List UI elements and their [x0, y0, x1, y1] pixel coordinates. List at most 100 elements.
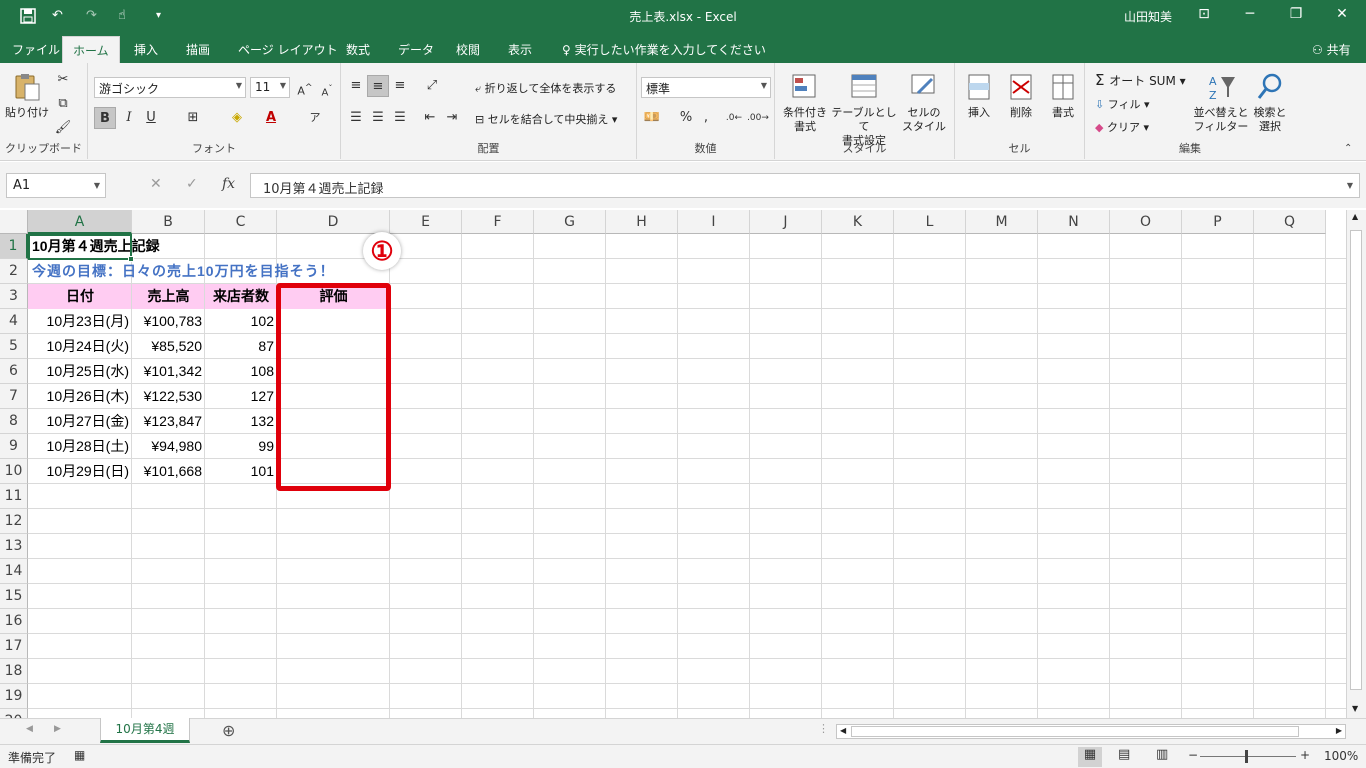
table-cell[interactable]: 108: [205, 359, 277, 384]
normal-view-icon[interactable]: ▦: [1078, 747, 1102, 767]
table-cell[interactable]: ¥85,520: [132, 334, 205, 359]
paste-button[interactable]: 貼り付け: [4, 71, 50, 120]
decrease-decimal-icon[interactable]: .00→: [747, 107, 769, 129]
table-cell[interactable]: ¥122,530: [132, 384, 205, 409]
scroll-up-icon[interactable]: ▲: [1352, 212, 1358, 221]
share-button[interactable]: ⚇ 共有: [1312, 41, 1351, 58]
table-cell[interactable]: 102: [205, 309, 277, 334]
macro-record-icon[interactable]: ▦: [74, 748, 85, 762]
tab-view[interactable]: 表示: [508, 41, 532, 58]
cell-header-visitors[interactable]: 来店者数: [205, 284, 277, 309]
tab-data[interactable]: データ: [398, 41, 434, 58]
table-cell[interactable]: 132: [205, 409, 277, 434]
table-cell[interactable]: ¥100,783: [132, 309, 205, 334]
copy-icon[interactable]: ⧉: [52, 93, 74, 115]
split-handle-icon[interactable]: ⋮: [818, 722, 829, 735]
align-center-icon[interactable]: ☰: [367, 107, 389, 129]
number-format-select[interactable]: 標準 ▼: [641, 77, 771, 98]
column-header-e[interactable]: E: [390, 210, 462, 234]
zoom-level[interactable]: 100%: [1324, 749, 1358, 763]
table-cell[interactable]: 99: [205, 434, 277, 459]
table-cell[interactable]: 10月27日(金): [28, 409, 132, 434]
row-header-12[interactable]: 12: [0, 509, 28, 534]
sort-filter-button[interactable]: AZ 並べ替えと フィルター: [1193, 71, 1249, 134]
cut-icon[interactable]: ✂: [52, 69, 74, 91]
comma-style-icon[interactable]: ,: [695, 107, 717, 129]
zoom-in-button[interactable]: +: [1300, 748, 1310, 762]
next-sheet-icon[interactable]: ▶: [54, 724, 61, 734]
underline-button[interactable]: U: [140, 107, 162, 129]
table-cell[interactable]: ¥94,980: [132, 434, 205, 459]
format-cells-button[interactable]: 書式: [1043, 71, 1083, 120]
format-painter-icon[interactable]: 🖌: [52, 117, 74, 139]
restore-icon[interactable]: ❐: [1276, 6, 1316, 22]
autosum-button[interactable]: Σ オート SUM ▾: [1095, 71, 1186, 89]
format-as-table-button[interactable]: テーブルとして 書式設定: [831, 71, 897, 148]
table-cell[interactable]: 101: [205, 459, 277, 484]
collapse-ribbon-icon[interactable]: ⌃: [1344, 143, 1352, 154]
table-cell[interactable]: ¥101,342: [132, 359, 205, 384]
column-header-p[interactable]: P: [1182, 210, 1254, 234]
tab-insert[interactable]: 挿入: [134, 41, 158, 58]
row-header-11[interactable]: 11: [0, 484, 28, 509]
table-cell[interactable]: 10月26日(木): [28, 384, 132, 409]
table-cell[interactable]: 10月24日(火): [28, 334, 132, 359]
row-header-4[interactable]: 4: [0, 309, 28, 334]
undo-icon[interactable]: ↶: [52, 8, 63, 23]
table-cell[interactable]: ¥101,668: [132, 459, 205, 484]
bold-button[interactable]: B: [94, 107, 116, 129]
font-color-icon[interactable]: A: [260, 107, 282, 129]
row-header-5[interactable]: 5: [0, 334, 28, 359]
column-header-h[interactable]: H: [606, 210, 678, 234]
clear-button[interactable]: ◆ クリア ▾: [1095, 119, 1149, 135]
column-header-l[interactable]: L: [894, 210, 966, 234]
column-header-d[interactable]: D: [277, 210, 390, 234]
increase-font-size-icon[interactable]: A^: [294, 77, 316, 99]
merge-center-button[interactable]: ⊟ セルを結合して中央揃え ▾: [475, 111, 617, 127]
italic-button[interactable]: I: [118, 107, 140, 129]
row-header-3[interactable]: 3: [0, 284, 28, 309]
insert-function-icon[interactable]: fx: [222, 176, 235, 192]
cancel-icon[interactable]: ✕: [150, 176, 162, 192]
row-header-7[interactable]: 7: [0, 384, 28, 409]
add-sheet-icon[interactable]: ⊕: [222, 721, 235, 740]
tab-page-layout[interactable]: ページ レイアウト: [238, 41, 338, 58]
save-icon[interactable]: [20, 8, 36, 28]
scroll-left-icon[interactable]: ◀: [840, 726, 846, 735]
row-header-10[interactable]: 10: [0, 459, 28, 484]
zoom-slider-thumb[interactable]: [1245, 750, 1248, 763]
find-select-button[interactable]: 検索と 選択: [1249, 71, 1291, 134]
font-size-select[interactable]: 11 ▼: [250, 77, 290, 98]
cell-header-date[interactable]: 日付: [28, 284, 132, 309]
vertical-scrollbar[interactable]: ▲ ▼: [1346, 210, 1366, 718]
table-cell[interactable]: 10月23日(月): [28, 309, 132, 334]
column-header-f[interactable]: F: [462, 210, 534, 234]
row-header-1[interactable]: 1: [0, 234, 28, 259]
column-header-b[interactable]: B: [132, 210, 205, 234]
table-cell[interactable]: 87: [205, 334, 277, 359]
column-header-m[interactable]: M: [966, 210, 1038, 234]
row-header-9[interactable]: 9: [0, 434, 28, 459]
tab-file[interactable]: ファイル: [12, 41, 60, 58]
delete-cells-button[interactable]: 削除: [1001, 71, 1041, 120]
user-name[interactable]: 山田知美: [1124, 8, 1172, 25]
h-scroll-thumb[interactable]: [851, 726, 1299, 737]
table-cell[interactable]: ¥123,847: [132, 409, 205, 434]
align-left-icon[interactable]: ☰: [345, 107, 367, 129]
table-cell[interactable]: 10月25日(水): [28, 359, 132, 384]
name-box[interactable]: A1 ▼: [6, 173, 106, 198]
increase-decimal-icon[interactable]: .0←: [723, 107, 745, 129]
fill-handle[interactable]: [128, 256, 134, 262]
sheet-tab-10-week4[interactable]: 10月第4週: [100, 718, 190, 743]
align-middle-icon[interactable]: ≡: [367, 75, 389, 97]
row-header-15[interactable]: 15: [0, 584, 28, 609]
orientation-icon[interactable]: ⤢: [421, 75, 443, 97]
row-header-20[interactable]: 20: [0, 709, 28, 718]
fill-color-icon[interactable]: ◈: [226, 107, 248, 129]
row-header-18[interactable]: 18: [0, 659, 28, 684]
tab-review[interactable]: 校閲: [456, 41, 480, 58]
align-right-icon[interactable]: ☰: [389, 107, 411, 129]
scroll-down-icon[interactable]: ▼: [1352, 704, 1358, 713]
table-cell[interactable]: 10月29日(日): [28, 459, 132, 484]
cell-header-sales[interactable]: 売上高: [132, 284, 205, 309]
